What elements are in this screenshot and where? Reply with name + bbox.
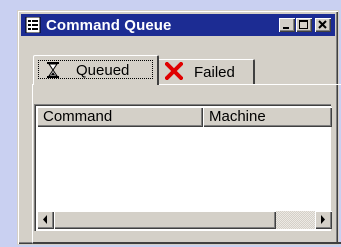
tab-queued[interactable]: Queued — [33, 55, 159, 85]
maximize-button[interactable] — [296, 18, 312, 32]
minimize-icon — [283, 27, 289, 29]
arrow-right-icon — [321, 215, 325, 224]
window-title: Command Queue — [46, 16, 172, 34]
hourglass-icon — [47, 62, 59, 78]
title-bar[interactable]: Command Queue — [21, 14, 335, 36]
tab-queued-label: Queued — [76, 62, 130, 79]
command-list[interactable]: Command Machine — [34, 104, 332, 231]
scroll-right-button[interactable] — [315, 211, 332, 229]
maximize-icon — [299, 20, 308, 29]
column-header-command[interactable]: Command — [37, 107, 203, 127]
scrollbar-thumb[interactable] — [54, 211, 276, 229]
scroll-left-button[interactable] — [37, 211, 54, 229]
close-button[interactable] — [315, 18, 331, 32]
list-icon — [25, 17, 41, 33]
close-icon — [318, 20, 327, 29]
tab-failed-label: Failed — [194, 63, 235, 81]
arrow-left-icon — [43, 215, 47, 224]
column-header-machine[interactable]: Machine — [203, 107, 332, 127]
minimize-button[interactable] — [279, 18, 295, 32]
horizontal-scrollbar[interactable] — [37, 211, 332, 229]
red-x-icon — [165, 62, 183, 80]
tab-failed[interactable]: Failed — [159, 59, 255, 84]
